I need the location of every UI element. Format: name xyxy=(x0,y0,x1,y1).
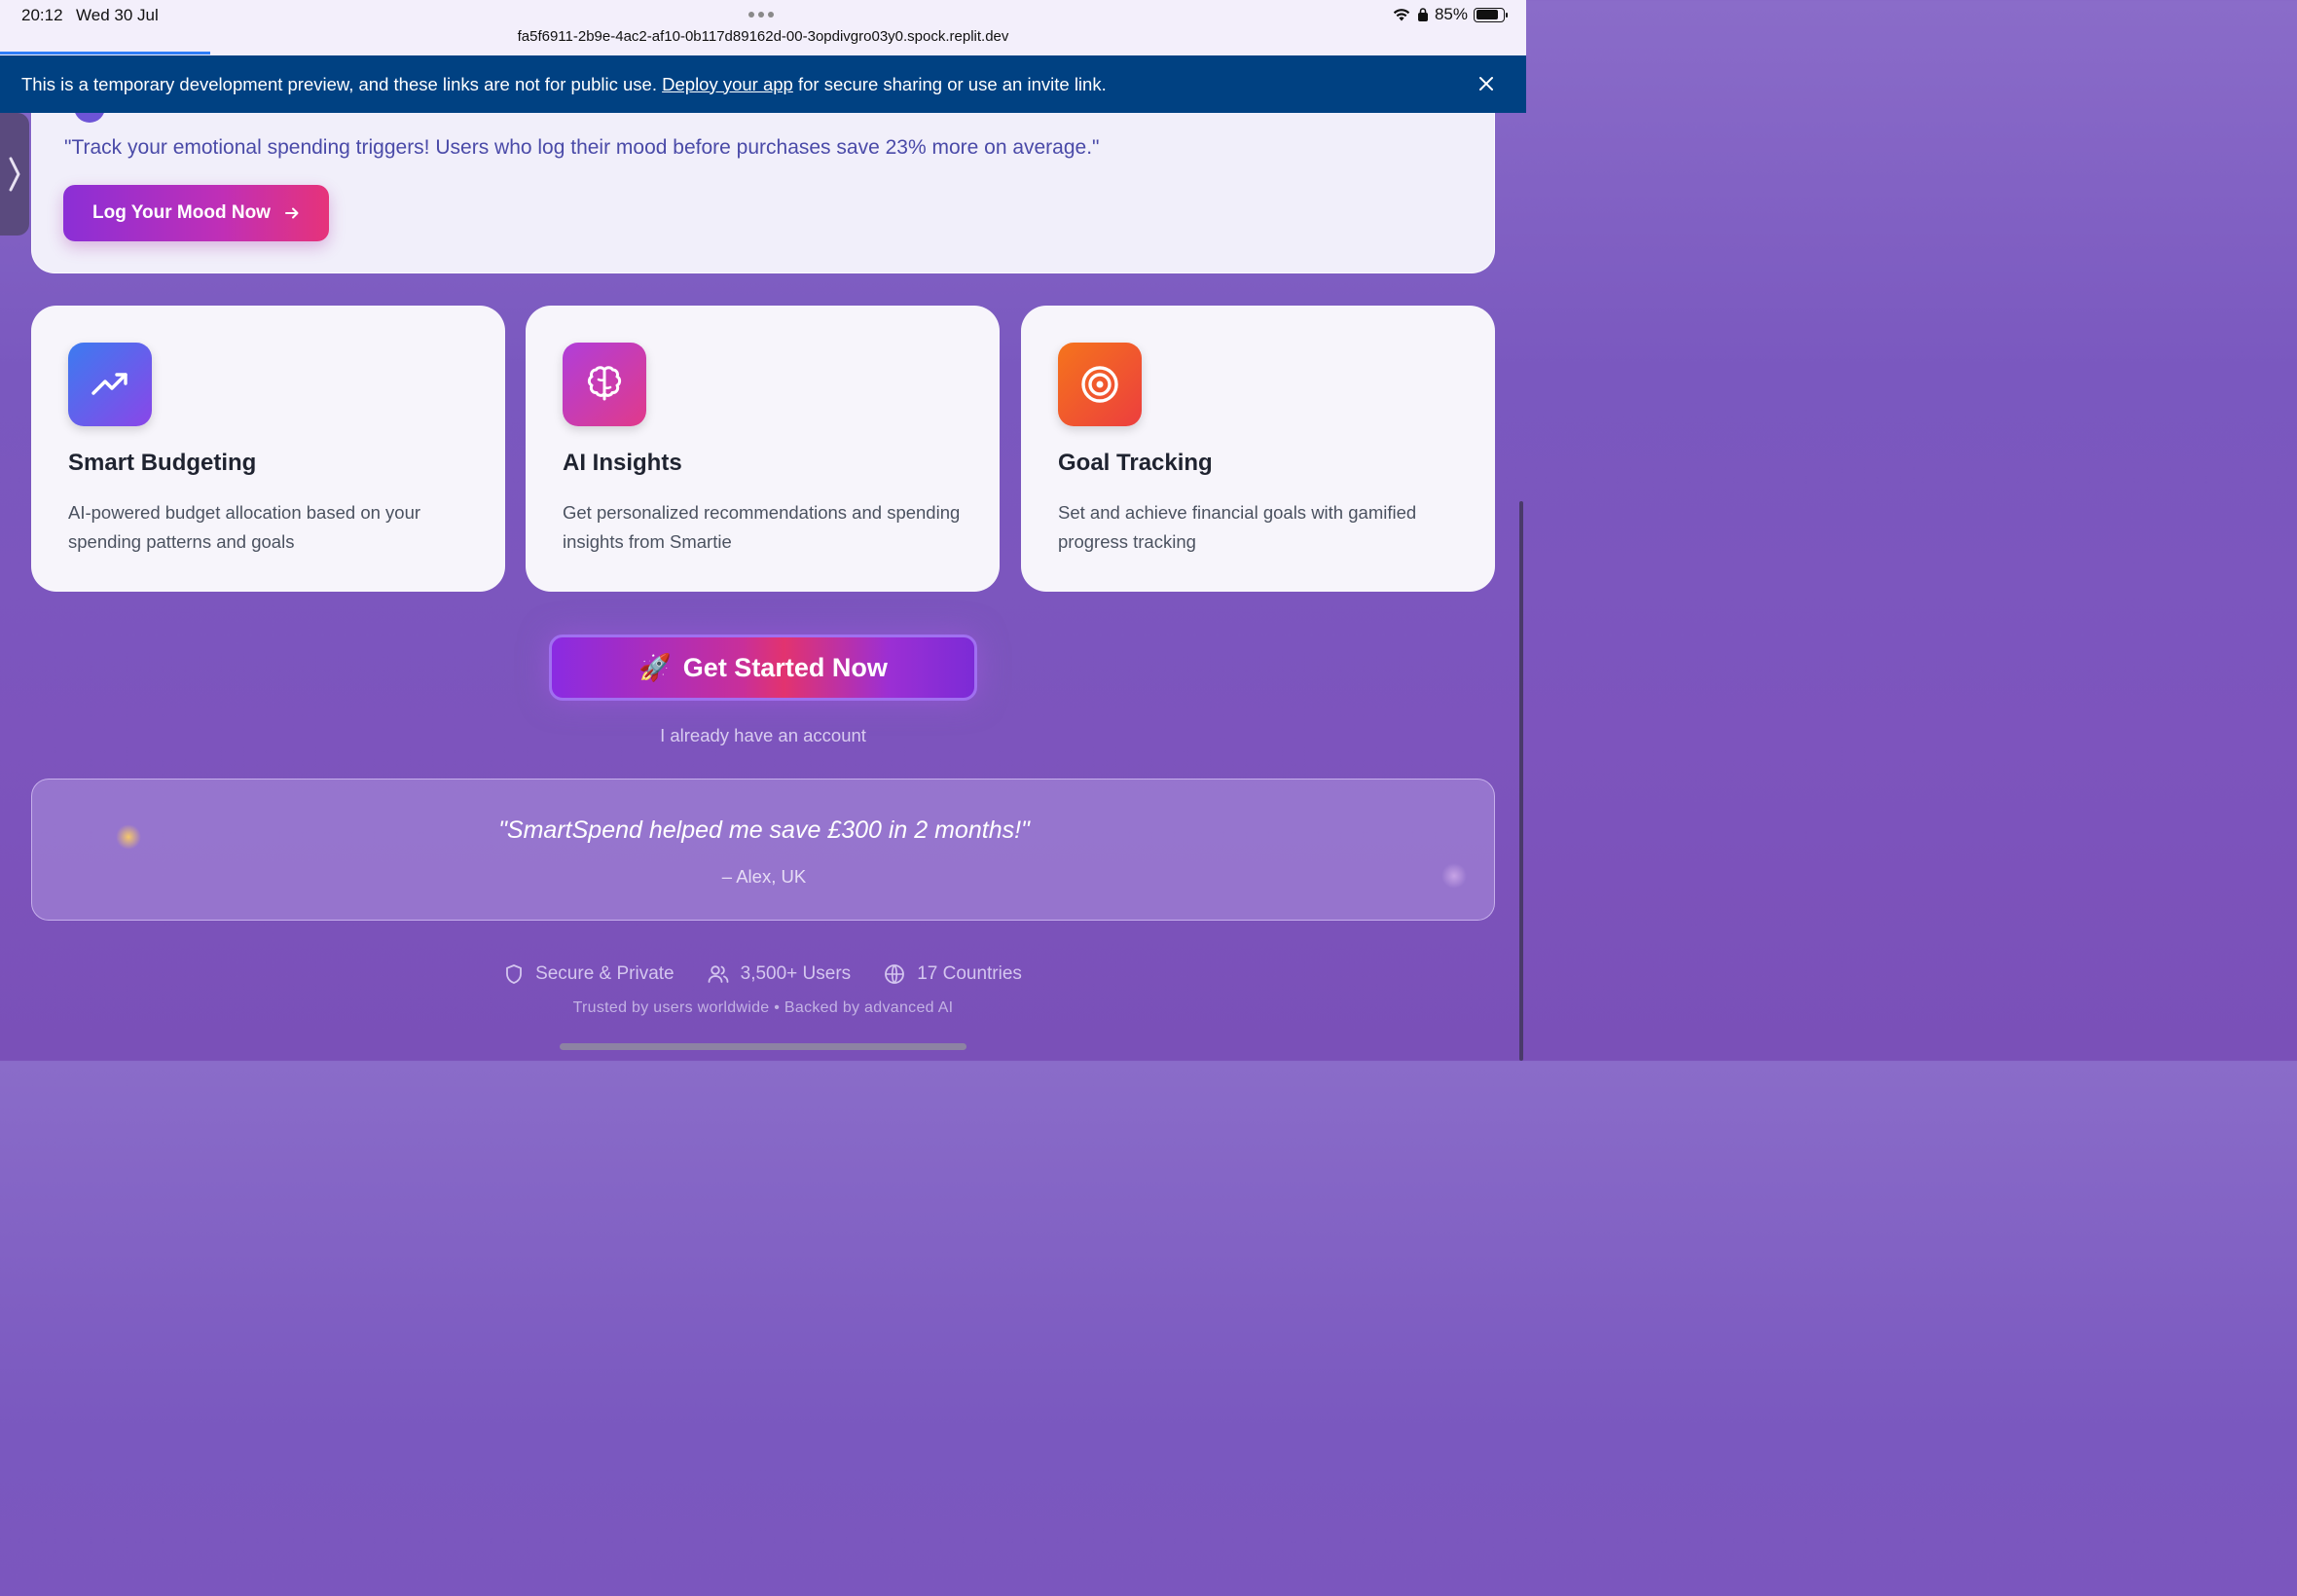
testimonial-author: – Alex, UK xyxy=(721,866,807,887)
footer-note: Trusted by users worldwide • Backed by a… xyxy=(572,999,954,1016)
battery-percent: 85% xyxy=(1434,5,1468,23)
page-load-progress xyxy=(0,52,210,54)
feature-card-smart-budgeting: Smart Budgeting AI-powered budget alloca… xyxy=(31,306,505,592)
feature-description: AI-powered budget allocation based on yo… xyxy=(68,502,421,552)
close-icon[interactable] xyxy=(1476,73,1497,94)
stat-label: Secure & Private xyxy=(535,963,675,984)
banner-text-before: This is a temporary development preview,… xyxy=(21,73,657,94)
banner-text-after: for secure sharing or use an invite link… xyxy=(798,73,1107,94)
feature-title: Smart Budgeting xyxy=(68,450,257,476)
testimonial-quote: "SmartSpend helped me save £300 in 2 mon… xyxy=(498,816,1030,844)
rocket-icon: 🚀 xyxy=(638,653,672,682)
log-mood-label: Log Your Mood Now xyxy=(92,202,271,223)
status-date: Wed 30 Jul xyxy=(76,6,159,24)
globe-icon xyxy=(885,964,905,984)
scrollbar[interactable] xyxy=(1519,501,1523,1061)
trending-up-icon xyxy=(68,343,152,426)
feature-description: Get personalized recommendations and spe… xyxy=(563,502,961,552)
brain-icon xyxy=(563,343,646,426)
feature-card-ai-insights: AI Insights Get personalized recommendat… xyxy=(526,306,1000,592)
battery-icon xyxy=(1474,7,1508,22)
dev-preview-banner: This is a temporary development preview,… xyxy=(0,55,1526,113)
users-icon xyxy=(708,965,729,983)
address-url[interactable]: fa5f6911-2b9e-4ac2-af10-0b117d89162d-00-… xyxy=(0,28,1526,45)
home-indicator[interactable] xyxy=(560,1043,966,1050)
chevron-right-icon xyxy=(9,157,20,192)
battery-level xyxy=(1476,10,1499,19)
deploy-app-link[interactable]: Deploy your app xyxy=(662,74,793,94)
arrow-right-icon xyxy=(284,207,299,219)
existing-account-link[interactable]: I already have an account xyxy=(0,725,1526,746)
mood-tip-text: "Track your emotional spending triggers!… xyxy=(64,136,1100,159)
status-time: 20:12 xyxy=(21,6,63,24)
sidebar-toggle[interactable] xyxy=(0,113,29,236)
feature-title: AI Insights xyxy=(563,450,682,476)
stat-label: 17 Countries xyxy=(917,963,1022,984)
feature-title: Goal Tracking xyxy=(1058,450,1213,476)
feature-description: Set and achieve financial goals with gam… xyxy=(1058,502,1417,552)
stat-secure: Secure & Private xyxy=(504,963,675,985)
target-icon xyxy=(1058,343,1142,426)
testimonial-card: "SmartSpend helped me save £300 in 2 mon… xyxy=(31,779,1495,921)
log-mood-button[interactable]: Log Your Mood Now xyxy=(63,185,329,241)
more-dots-icon[interactable] xyxy=(748,12,774,18)
status-indicators: 85% xyxy=(1392,5,1508,24)
wifi-icon xyxy=(1393,9,1410,21)
feature-card-goal-tracking: Goal Tracking Set and achieve financial … xyxy=(1021,306,1495,592)
get-started-button[interactable]: 🚀 Get Started Now xyxy=(549,635,977,701)
get-started-label: Get Started Now xyxy=(682,652,888,682)
stat-users: 3,500+ Users xyxy=(708,963,852,985)
stat-countries: 17 Countries xyxy=(884,963,1022,985)
shield-icon xyxy=(506,964,522,984)
status-bar: 20:12 Wed 30 Jul fa5f6911-2b9e-4ac2-af10… xyxy=(0,0,1526,55)
stat-label: 3,500+ Users xyxy=(740,963,852,984)
trust-stats: Secure & Private 3,500+ Users 17 Countri… xyxy=(0,963,1526,985)
lock-rotation-icon xyxy=(1417,8,1428,21)
banner-text: This is a temporary development preview,… xyxy=(21,74,1107,95)
